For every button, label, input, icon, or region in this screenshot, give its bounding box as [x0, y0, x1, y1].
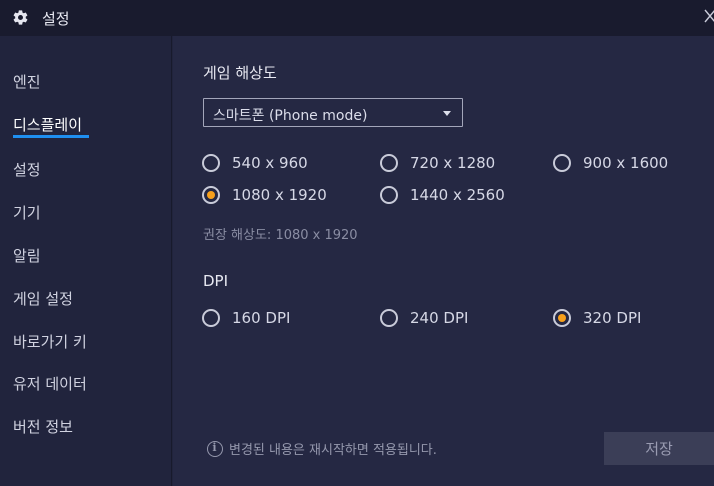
radio-label: 160 DPI	[232, 309, 291, 327]
resolution-option-1440x2560[interactable]: 1440 x 2560	[380, 186, 505, 204]
radio-button[interactable]	[202, 154, 220, 172]
gear-icon	[13, 10, 28, 25]
display-settings-panel: 게임 해상도 스마트폰 (Phone mode) 540 x 960 720 x…	[173, 36, 714, 486]
radio-label: 540 x 960	[232, 154, 308, 172]
recommended-resolution-text: 권장 해상도: 1080 x 1920	[203, 228, 358, 243]
dropdown-selected-value: 스마트폰 (Phone mode)	[213, 108, 368, 124]
sidebar-item-settings[interactable]: 설정	[13, 159, 41, 180]
dpi-option-320[interactable]: 320 DPI	[553, 309, 641, 327]
window-title: 설정	[42, 10, 70, 28]
dpi-section-title: DPI	[203, 272, 229, 290]
radio-button-checked[interactable]	[553, 309, 571, 327]
title-bar: 설정	[0, 0, 714, 36]
radio-label: 1080 x 1920	[232, 186, 327, 204]
sidebar-item-user-data[interactable]: 유저 데이터	[13, 373, 87, 394]
radio-button[interactable]	[202, 309, 220, 327]
radio-button[interactable]	[380, 186, 398, 204]
radio-label: 1440 x 2560	[410, 186, 505, 204]
radio-button-checked[interactable]	[202, 186, 220, 204]
save-button[interactable]: 저장	[604, 432, 714, 465]
sidebar-item-game-settings[interactable]: 게임 설정	[13, 288, 73, 309]
sidebar-item-display[interactable]: 디스플레이	[13, 114, 82, 135]
chevron-down-icon	[443, 111, 451, 116]
resolution-option-1080x1920[interactable]: 1080 x 1920	[202, 186, 327, 204]
active-tab-underline	[13, 135, 89, 138]
radio-label: 320 DPI	[583, 309, 642, 327]
dpi-option-240[interactable]: 240 DPI	[380, 309, 468, 327]
resolution-mode-dropdown[interactable]: 스마트폰 (Phone mode)	[203, 98, 463, 127]
resolution-option-720x1280[interactable]: 720 x 1280	[380, 154, 495, 172]
resolution-option-540x960[interactable]: 540 x 960	[202, 154, 308, 172]
sidebar-item-version-info[interactable]: 버전 정보	[13, 416, 73, 437]
radio-label: 240 DPI	[410, 309, 469, 327]
sidebar-item-device[interactable]: 기기	[13, 202, 41, 223]
radio-button[interactable]	[553, 154, 571, 172]
radio-label: 900 x 1600	[583, 154, 669, 172]
sidebar: 엔진 디스플레이 설정 기기 알림 게임 설정 바로가기 키 유저 데이터 버전…	[0, 36, 172, 486]
sidebar-item-engine[interactable]: 엔진	[13, 71, 41, 92]
resolution-section-title: 게임 해상도	[203, 64, 277, 82]
close-icon[interactable]	[704, 9, 714, 23]
restart-notice-text: 변경된 내용은 재시작하면 적용됩니다.	[229, 443, 437, 458]
restart-notice: 변경된 내용은 재시작하면 적용됩니다.	[207, 439, 437, 458]
info-icon	[207, 440, 223, 457]
radio-button[interactable]	[380, 154, 398, 172]
sidebar-item-shortcuts[interactable]: 바로가기 키	[13, 331, 87, 352]
sidebar-item-notifications[interactable]: 알림	[13, 245, 41, 266]
dpi-option-160[interactable]: 160 DPI	[202, 309, 290, 327]
radio-button[interactable]	[380, 309, 398, 327]
resolution-option-900x1600[interactable]: 900 x 1600	[553, 154, 668, 172]
radio-label: 720 x 1280	[410, 154, 496, 172]
